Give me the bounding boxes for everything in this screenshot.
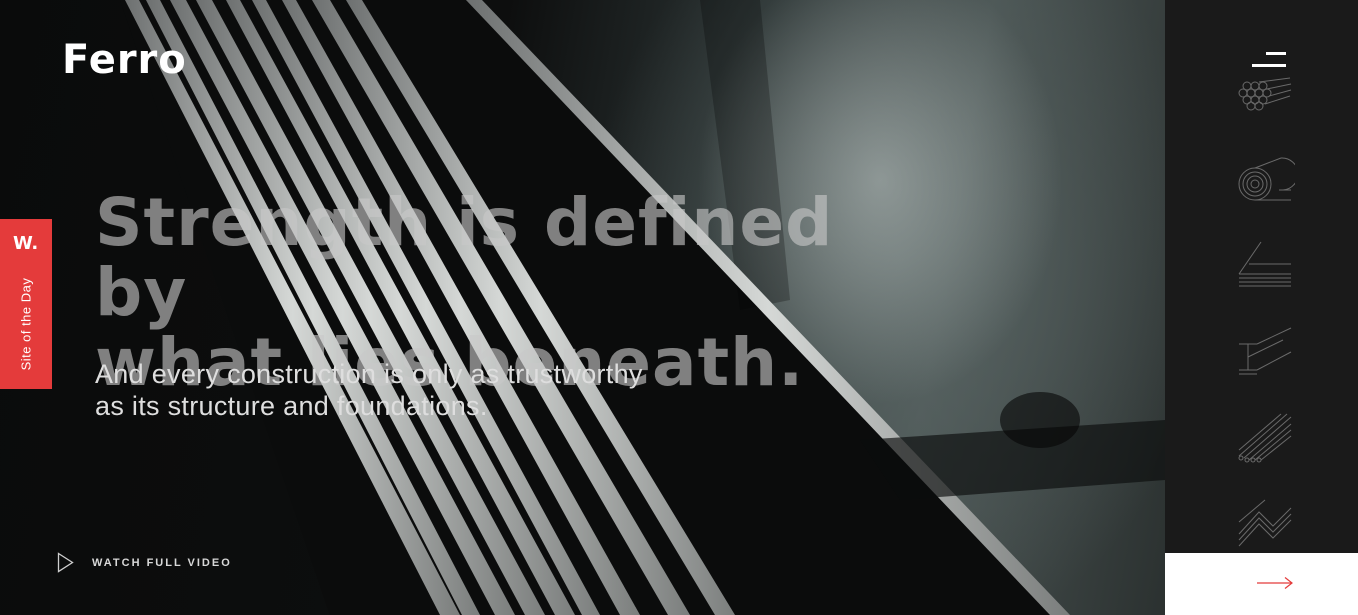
arrow-right-icon xyxy=(1257,577,1293,589)
category-steel-sheet[interactable] xyxy=(1235,238,1295,298)
hero-subline: And every construction is only as trustw… xyxy=(95,358,775,422)
category-steel-coil[interactable] xyxy=(1235,150,1295,210)
category-mesh[interactable] xyxy=(1235,494,1295,554)
rebar-bundle-icon xyxy=(1238,77,1292,111)
play-icon xyxy=(57,552,74,573)
mesh-icon xyxy=(1238,499,1292,547)
steel-sheet-icon xyxy=(1238,241,1291,287)
i-beam-icon xyxy=(1239,327,1292,375)
subline-line-1: And every construction is only as trustw… xyxy=(95,359,643,389)
subline-line-2: as its structure and foundations. xyxy=(95,391,488,421)
watch-video-button[interactable]: WATCH FULL VIDEO xyxy=(57,552,232,573)
category-rebar-bundle[interactable] xyxy=(1235,58,1295,118)
headline-line-1: Strength is defined by xyxy=(95,184,834,331)
site-of-the-day-label: Site of the Day xyxy=(18,277,34,371)
site-of-the-day-badge[interactable]: W. Site of the Day xyxy=(0,219,52,389)
category-sidebar xyxy=(1165,0,1358,615)
watch-video-label: WATCH FULL VIDEO xyxy=(92,556,232,569)
next-slide-button[interactable] xyxy=(1165,553,1358,615)
ferro-logo[interactable]: Ferro xyxy=(62,40,187,80)
category-i-beam[interactable] xyxy=(1235,324,1295,384)
awwwards-w-mark: W. xyxy=(13,233,39,254)
steel-rods-icon xyxy=(1238,413,1292,463)
steel-coil-icon xyxy=(1238,157,1295,201)
category-steel-rods[interactable] xyxy=(1235,408,1295,468)
